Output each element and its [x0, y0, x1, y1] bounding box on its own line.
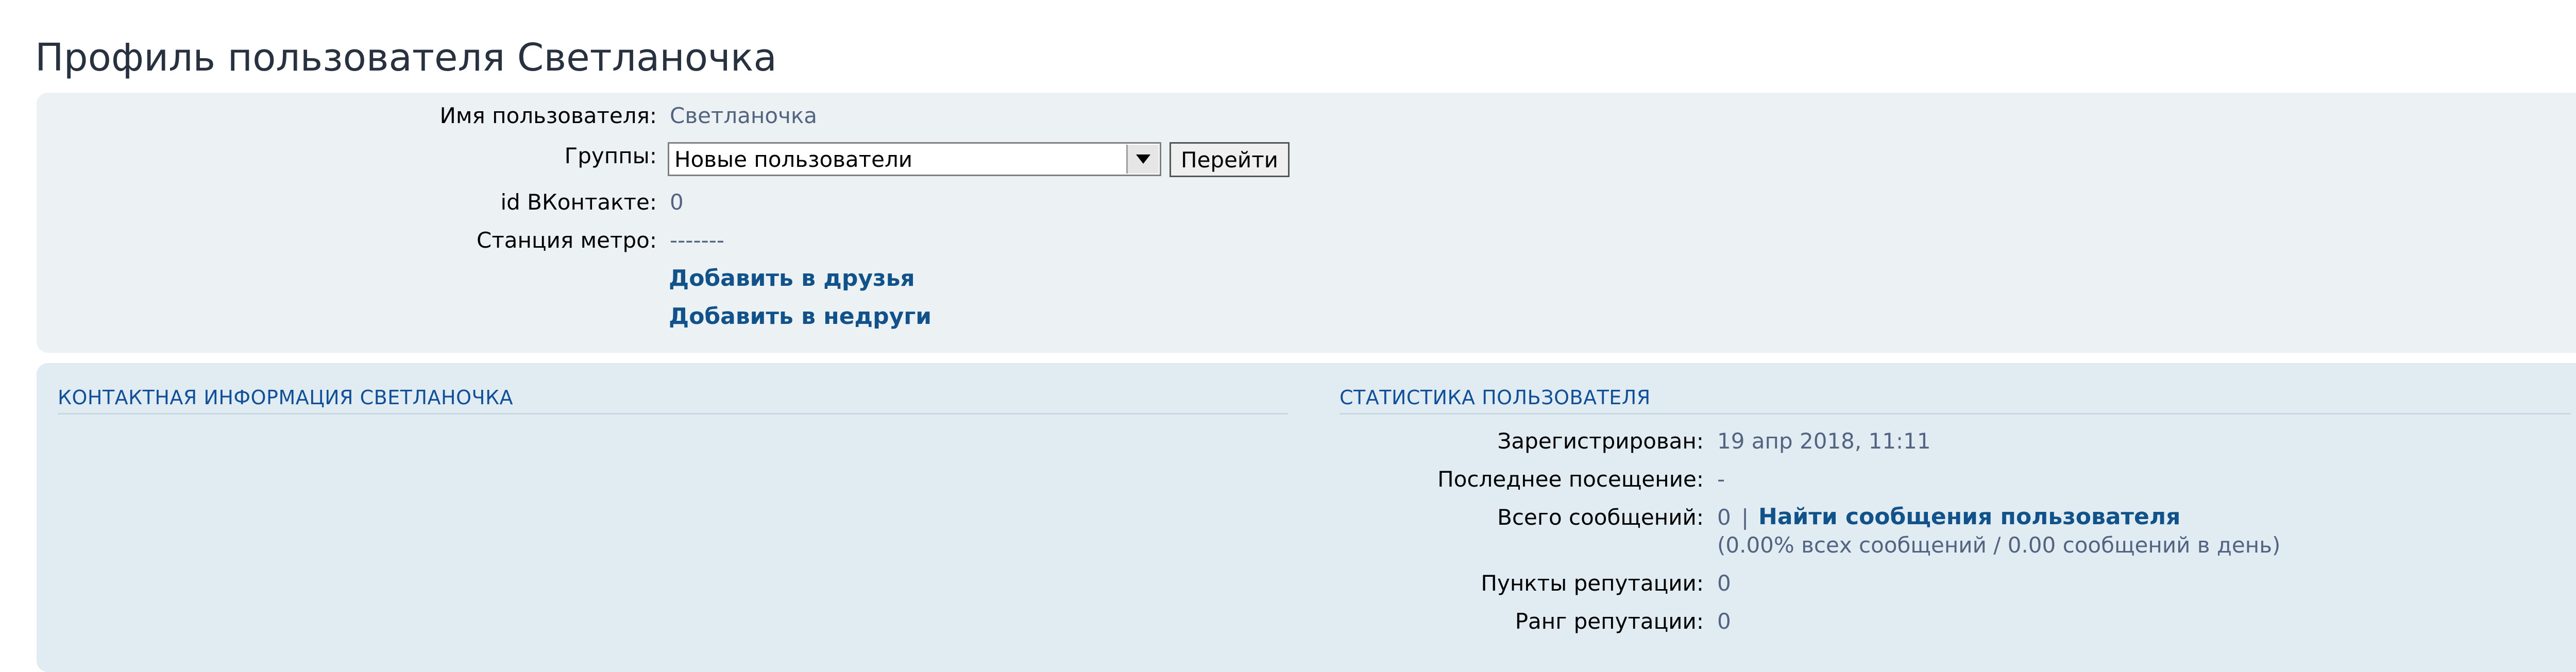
- groups-select-value: Новые пользователи: [674, 146, 913, 172]
- rep-points-label: Пункты репутации:: [1481, 571, 1704, 596]
- details-panel: [37, 363, 2576, 672]
- user-stats-heading: СТАТИСТИКА ПОЛЬЗОВАТЕЛЯ: [1340, 386, 1651, 409]
- metro-value: -------: [670, 228, 725, 253]
- posts-detail: (0.00% всех сообщений / 0.00 сообщений в…: [1717, 532, 2281, 558]
- rep-rank-value: 0: [1717, 609, 1731, 634]
- contact-info-heading: КОНТАКТНАЯ ИНФОРМАЦИЯ СВЕТЛАНОЧКА: [58, 386, 514, 409]
- contact-info-divider: [58, 413, 1288, 415]
- user-stats-divider: [1340, 413, 2571, 415]
- last-visit-value: -: [1717, 467, 1725, 492]
- registered-value: 19 апр 2018, 11:11: [1717, 428, 1931, 454]
- groups-label: Группы:: [564, 143, 657, 168]
- groups-select[interactable]: Новые пользователи: [668, 142, 1161, 176]
- posts-separator: |: [1741, 505, 1749, 530]
- vk-id-label: id ВКонтакте:: [500, 189, 657, 215]
- go-button[interactable]: Перейти: [1170, 142, 1290, 177]
- vk-id-value: 0: [670, 189, 684, 215]
- username-value: Светланочка: [670, 103, 818, 128]
- add-friend-link[interactable]: Добавить в друзья: [669, 265, 915, 291]
- find-posts-link[interactable]: Найти сообщения пользователя: [1758, 504, 2180, 530]
- rep-rank-label: Ранг репутации:: [1515, 609, 1704, 634]
- last-visit-label: Последнее посещение:: [1437, 467, 1704, 492]
- metro-label: Станция метро:: [477, 228, 657, 253]
- username-label: Имя пользователя:: [439, 103, 657, 128]
- profile-panel: [37, 93, 2576, 353]
- triangle-down-icon[interactable]: [1126, 145, 1159, 174]
- registered-label: Зарегистрирован:: [1497, 428, 1704, 454]
- posts-value: 0: [1717, 505, 1731, 530]
- posts-label: Всего сообщений:: [1497, 505, 1704, 530]
- rep-points-value: 0: [1717, 571, 1731, 596]
- add-foe-link[interactable]: Добавить в недруги: [669, 303, 931, 330]
- page-title: Профиль пользователя Светланочка: [35, 36, 777, 80]
